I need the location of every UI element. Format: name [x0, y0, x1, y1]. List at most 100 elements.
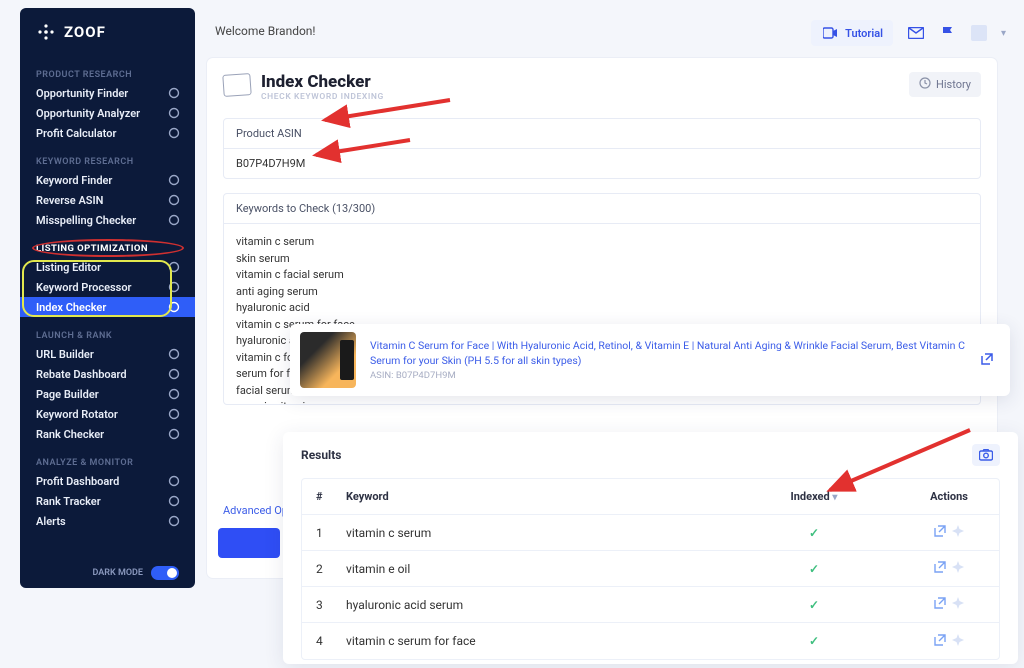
cell-keyword: vitamin c serum	[346, 526, 729, 540]
th-indexed[interactable]: Indexed ▾	[729, 490, 899, 503]
sidebar-item-rank-tracker[interactable]: Rank Tracker	[20, 491, 195, 511]
rotate-icon	[167, 407, 181, 421]
layout-icon	[167, 387, 181, 401]
section-title: KEYWORD RESEARCH	[20, 153, 195, 170]
sidebar-item-profit-dashboard[interactable]: Profit Dashboard	[20, 471, 195, 491]
product-asin: ASIN: B07P4D7H9M	[370, 370, 966, 381]
open-link-icon[interactable]	[934, 597, 946, 612]
money-icon	[167, 474, 181, 488]
sidebar-item-label: Reverse ASIN	[36, 194, 103, 207]
sidebar-item-label: Keyword Rotator	[36, 408, 118, 421]
keywords-label: Keywords to Check (13/300)	[224, 194, 980, 224]
product-title[interactable]: Vitamin C Serum for Face | With Hyaluron…	[370, 339, 966, 368]
check-icon: ✓	[809, 526, 819, 540]
th-index: #	[302, 490, 346, 503]
sparkle-icon[interactable]	[952, 597, 964, 612]
cell-actions	[899, 634, 999, 649]
sidebar-item-label: Profit Dashboard	[36, 475, 119, 488]
sidebar-item-rebate-dashboard[interactable]: Rebate Dashboard	[20, 364, 195, 384]
results-table: #KeywordIndexed ▾Actions1vitamin c serum…	[301, 478, 1000, 660]
history-button[interactable]: History	[909, 72, 981, 97]
asin-input[interactable]: B07P4D7H9M	[224, 149, 980, 178]
cell-keyword: vitamin e oil	[346, 562, 729, 576]
topbar-actions: Tutorial ▾	[811, 20, 1006, 46]
sidebar-item-alerts[interactable]: Alerts	[20, 511, 195, 531]
sidebar-item-reverse-asin[interactable]: Reverse ASIN	[20, 190, 195, 210]
sparkle-icon[interactable]	[952, 525, 964, 540]
chevron-down-icon[interactable]: ▾	[1001, 28, 1006, 39]
table-row: 1vitamin c serum✓	[302, 515, 999, 551]
sidebar-item-label: Opportunity Analyzer	[36, 107, 140, 120]
cell-keyword: hyaluronic acid serum	[346, 598, 729, 612]
avatar[interactable]	[971, 25, 987, 41]
sparkle-icon[interactable]	[952, 634, 964, 649]
title-row: Index Checker CHECK KEYWORD INDEXING His…	[223, 72, 981, 102]
results-panel: Results #KeywordIndexed ▾Actions1vitamin…	[283, 432, 1018, 664]
section-title: PRODUCT RESEARCH	[20, 66, 195, 83]
sidebar-item-keyword-rotator[interactable]: Keyword Rotator	[20, 404, 195, 424]
sidebar-item-misspelling-checker[interactable]: Misspelling Checker	[20, 210, 195, 230]
check-icon: ✓	[809, 598, 819, 612]
check-icon: ✓	[809, 634, 819, 648]
submit-button[interactable]	[218, 528, 280, 558]
cell-index: 2	[302, 562, 346, 576]
sidebar-item-page-builder[interactable]: Page Builder	[20, 384, 195, 404]
table-row: 3hyaluronic acid serum✓	[302, 587, 999, 623]
target-icon	[167, 86, 181, 100]
spell-icon	[167, 213, 181, 227]
page-title: Index Checker	[261, 72, 384, 92]
sidebar-sections: PRODUCT RESEARCHOpportunity Finder Opport…	[20, 56, 195, 531]
section-title: LAUNCH & RANK	[20, 327, 195, 344]
dark-mode-row: DARK MODE	[93, 566, 179, 580]
dark-mode-toggle[interactable]	[151, 566, 179, 580]
edit-icon	[167, 260, 181, 274]
sidebar-item-profit-calculator[interactable]: Profit Calculator	[20, 123, 195, 143]
bell-icon	[167, 514, 181, 528]
sidebar-item-label: Profit Calculator	[36, 127, 116, 140]
sparkle-icon[interactable]	[952, 561, 964, 576]
globe-icon	[167, 367, 181, 381]
sidebar-item-rank-checker[interactable]: Rank Checker	[20, 424, 195, 444]
link-icon	[167, 347, 181, 361]
sidebar-item-keyword-processor[interactable]: Keyword Processor	[20, 277, 195, 297]
tutorial-label: Tutorial	[845, 27, 883, 40]
open-link-icon[interactable]	[934, 561, 946, 576]
sidebar-item-listing-editor[interactable]: Listing Editor	[20, 257, 195, 277]
table-row: 4vitamin c serum for face✓	[302, 623, 999, 659]
sidebar-item-label: Page Builder	[36, 388, 99, 401]
sidebar: ZOOF PRODUCT RESEARCHOpportunity Finder O…	[20, 8, 195, 588]
annotation-red-circle	[32, 239, 184, 257]
tutorial-button[interactable]: Tutorial	[811, 20, 893, 46]
mail-icon[interactable]	[907, 25, 925, 41]
section-title: ANALYZE & MONITOR	[20, 454, 195, 471]
results-title: Results	[301, 448, 1000, 462]
sidebar-item-label: Rank Tracker	[36, 495, 101, 508]
sidebar-item-label: Keyword Processor	[36, 281, 132, 294]
open-link-icon[interactable]	[934, 525, 946, 540]
sparkle-icon	[167, 173, 181, 187]
logo-mark-icon	[36, 22, 56, 42]
logo-text: ZOOF	[64, 23, 106, 41]
open-link-icon[interactable]	[934, 634, 946, 649]
sidebar-item-opportunity-finder[interactable]: Opportunity Finder	[20, 83, 195, 103]
cell-indexed: ✓	[729, 562, 899, 576]
cell-actions	[899, 597, 999, 612]
external-link-icon[interactable]	[980, 352, 994, 368]
asin-label: Product ASIN	[224, 119, 980, 149]
sidebar-item-opportunity-analyzer[interactable]: Opportunity Analyzer	[20, 103, 195, 123]
sidebar-item-keyword-finder[interactable]: Keyword Finder	[20, 170, 195, 190]
cell-indexed: ✓	[729, 598, 899, 612]
section-title: LISTING OPTIMIZATION	[20, 240, 195, 257]
sidebar-item-label: Listing Editor	[36, 261, 101, 274]
chart-icon	[167, 106, 181, 120]
sidebar-item-index-checker[interactable]: Index Checker	[20, 297, 195, 317]
logo: ZOOF	[20, 22, 195, 56]
page-subtitle: CHECK KEYWORD INDEXING	[261, 92, 384, 102]
table-header: #KeywordIndexed ▾Actions	[302, 479, 999, 515]
sidebar-item-url-builder[interactable]: URL Builder	[20, 344, 195, 364]
screenshot-button[interactable]	[972, 444, 1000, 466]
refresh-icon	[167, 193, 181, 207]
branch-icon	[167, 280, 181, 294]
th-actions: Actions	[899, 490, 999, 503]
flag-icon[interactable]	[939, 25, 957, 41]
